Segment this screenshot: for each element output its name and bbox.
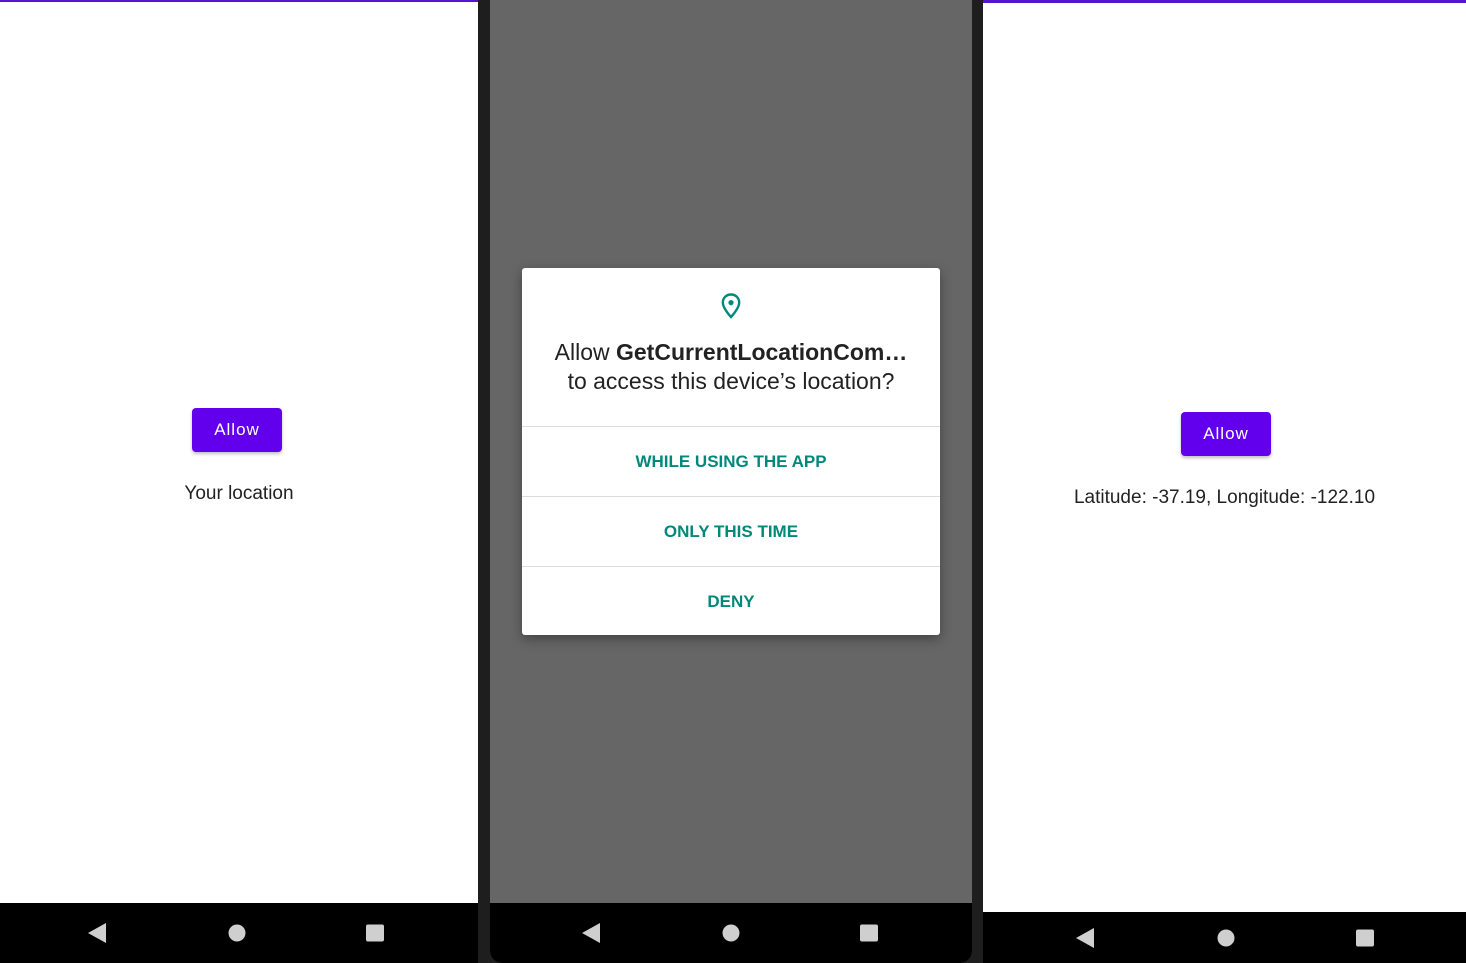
location-pin-icon — [721, 293, 741, 319]
home-icon[interactable] — [228, 924, 246, 942]
deny-button[interactable]: DENY — [522, 567, 940, 636]
location-text: Your location — [184, 483, 294, 504]
navigation-bar — [0, 903, 478, 963]
allow-button[interactable]: Allow — [192, 408, 282, 452]
recents-icon[interactable] — [860, 924, 878, 942]
back-icon[interactable] — [1076, 927, 1094, 948]
home-icon[interactable] — [722, 924, 740, 942]
allow-button[interactable]: Allow — [1181, 412, 1271, 456]
home-icon[interactable] — [1217, 929, 1235, 946]
while-using-app-button[interactable]: WHILE USING THE APP — [522, 427, 940, 496]
phone-after: Allow Latitude: -37.19, Longitude: -122.… — [983, 0, 1466, 963]
navigation-bar — [490, 903, 972, 963]
location-text: Latitude: -37.19, Longitude: -122.10 — [1073, 487, 1376, 508]
back-icon[interactable] — [582, 923, 600, 943]
dialog-title-prefix: Allow — [554, 339, 616, 365]
only-this-time-button[interactable]: ONLY THIS TIME — [522, 497, 940, 566]
dialog-title: Allow GetCurrentLocationCom… to access t… — [532, 338, 930, 396]
permission-dialog: Allow GetCurrentLocationCom… to access t… — [522, 268, 940, 635]
recents-icon[interactable] — [366, 924, 384, 942]
phone-permission: Allow GetCurrentLocationCom… to access t… — [490, 0, 972, 963]
recents-icon[interactable] — [1356, 929, 1374, 946]
back-icon[interactable] — [88, 923, 106, 943]
screenshot-canvas: Allow Your location Allow GetCurrentLoca… — [0, 0, 1466, 963]
dialog-app-name: GetCurrentLocationCom… — [616, 339, 908, 365]
dialog-title-suffix: to access this device’s location? — [567, 368, 895, 394]
navigation-bar — [983, 912, 1466, 963]
phone-before: Allow Your location — [0, 0, 478, 963]
